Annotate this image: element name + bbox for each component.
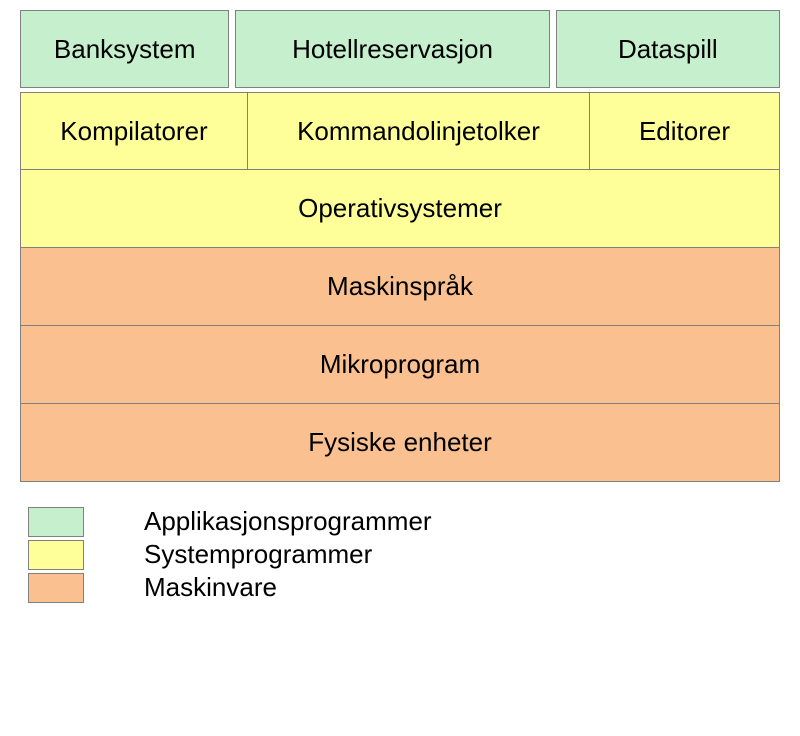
hw-mikroprogram: Mikroprogram [20,326,780,404]
sys-operativsystemer: Operativsystemer [20,170,780,248]
computer-layers-diagram: Banksystem Hotellreservasjon Dataspill K… [20,10,780,603]
applications-row: Banksystem Hotellreservasjon Dataspill [20,10,780,88]
mikroprogram-row: Mikroprogram [20,326,780,404]
system-tools-row: Kompilatorer Kommandolinjetolker Editore… [20,92,780,170]
sys-editorer: Editorer [590,92,780,170]
operativsystemer-row: Operativsystemer [20,170,780,248]
fysiske-enheter-row: Fysiske enheter [20,404,780,482]
sys-kommandolinjetolker: Kommandolinjetolker [248,92,590,170]
app-banksystem: Banksystem [20,10,229,88]
legend-label-applications: Applikasjonsprogrammer [144,506,432,537]
legend-label-hardware: Maskinvare [144,572,277,603]
sys-kompilatorer: Kompilatorer [20,92,248,170]
legend-item-system: Systemprogrammer [28,539,780,570]
swatch-hardware [28,573,84,603]
swatch-applications [28,507,84,537]
hw-maskinsprak: Maskinspråk [20,248,780,326]
legend-item-hardware: Maskinvare [28,572,780,603]
stacked-layers: Kompilatorer Kommandolinjetolker Editore… [20,92,780,482]
app-hotellreservasjon: Hotellreservasjon [235,10,549,88]
legend-item-applications: Applikasjonsprogrammer [28,506,780,537]
swatch-system [28,540,84,570]
maskinsprak-row: Maskinspråk [20,248,780,326]
legend: Applikasjonsprogrammer Systemprogrammer … [28,506,780,603]
legend-label-system: Systemprogrammer [144,539,372,570]
app-dataspill: Dataspill [556,10,780,88]
hw-fysiske-enheter: Fysiske enheter [20,404,780,482]
